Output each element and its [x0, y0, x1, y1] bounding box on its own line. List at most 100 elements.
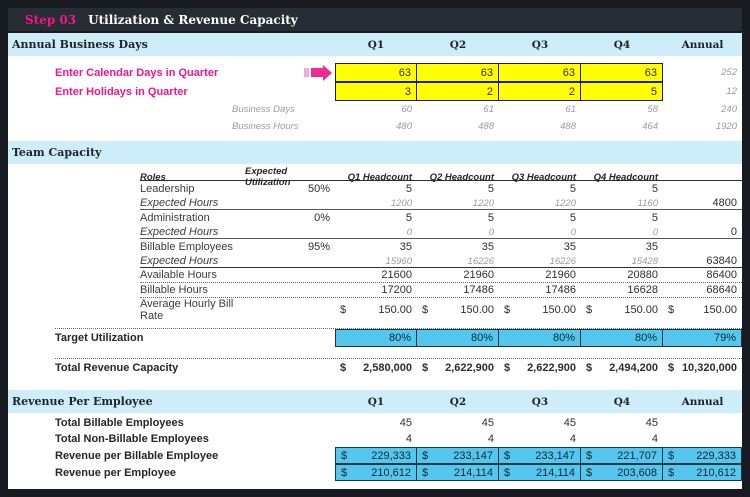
- total-billable-q2: 45: [417, 415, 499, 431]
- rev-per-billable-q1[interactable]: $229,333: [335, 447, 417, 464]
- revenue-capacity-q4-value: 2,494,200: [609, 362, 658, 374]
- currency-symbol: $: [586, 450, 592, 462]
- rev-per-employee-q2[interactable]: $214,114: [417, 464, 499, 481]
- section-header-revenue-per-employee: Revenue Per Employee Q1 Q2 Q3 Q4 Annual: [8, 390, 742, 413]
- calendar-days-q4-input[interactable]: 63: [581, 63, 663, 82]
- empty-cell: [245, 283, 335, 297]
- total-billable-employees-row: Total Billable Employees 45 45 45 45: [55, 415, 742, 431]
- rev-per-billable-q4[interactable]: $221,707: [581, 447, 663, 464]
- administration-hours-q4: 0: [581, 226, 663, 238]
- holidays-row: Enter Holidays in Quarter 3 2 2 5 12: [8, 82, 742, 101]
- administration-annual-empty: [663, 210, 742, 226]
- currency-symbol: $: [586, 304, 592, 316]
- expected-hours-label: Expected Hours: [140, 226, 245, 238]
- currency-symbol: $: [422, 304, 428, 316]
- input-arrow-icon: [304, 65, 332, 81]
- revenue-capacity-q3-value: 2,622,900: [527, 362, 576, 374]
- rev-per-billable-q3[interactable]: $233,147: [499, 447, 581, 464]
- business-hours-q4: 464: [581, 118, 663, 135]
- available-hours-q4: 20880: [581, 268, 663, 282]
- billed-hours-q3: 17486: [499, 283, 581, 297]
- available-hours-row: Available Hours 21600 21960 21960 20880 …: [140, 268, 742, 283]
- leadership-label: Leadership: [140, 181, 245, 197]
- total-billable-q3: 45: [499, 415, 581, 431]
- total-non-billable-q1: 4: [335, 431, 417, 447]
- rev-per-employee-q1-value: 210,612: [371, 467, 411, 479]
- step-titlebar: Step 03 Utilization & Revenue Capacity: [8, 8, 742, 31]
- currency-symbol: $: [668, 304, 674, 316]
- calendar-days-annual: 252: [663, 63, 742, 82]
- target-utilization-q3-input[interactable]: 80%: [499, 329, 581, 347]
- revenue-per-billable-employee-row: Revenue per Billable Employee $229,333 $…: [55, 447, 742, 464]
- rev-per-billable-q4-value: 221,707: [617, 450, 657, 462]
- currency-symbol: $: [504, 304, 510, 316]
- currency-symbol: $: [668, 450, 674, 462]
- rev-per-employee-q3[interactable]: $214,114: [499, 464, 581, 481]
- billable-hours-q1: 15960: [335, 255, 417, 267]
- calendar-days-q3-input[interactable]: 63: [499, 63, 581, 82]
- leadership-expected-hours-row: Expected Hours 1200 1220 1220 1160 4800: [140, 197, 742, 210]
- rev-per-billable-annual-value: 229,333: [696, 450, 736, 462]
- rev-per-employee-q4[interactable]: $203,608: [581, 464, 663, 481]
- bill-rate-label: Average Hourly Bill Rate: [140, 298, 245, 322]
- holidays-q4-input[interactable]: 5: [581, 82, 663, 101]
- rev-per-billable-q2[interactable]: $233,147: [417, 447, 499, 464]
- empty-cell: [245, 268, 335, 282]
- leadership-hours-q1: 1200: [335, 197, 417, 209]
- leadership-q3: 5: [499, 181, 581, 197]
- revenue-capacity-q1-value: 2,580,000: [363, 362, 412, 374]
- business-days-label: Business Days: [232, 104, 295, 115]
- column-header-q3: Q3: [499, 390, 581, 413]
- currency-symbol: $: [341, 450, 347, 462]
- team-capacity-column-headers: Roles Expected Utilization Q1 Headcount …: [140, 166, 742, 181]
- currency-symbol: $: [668, 467, 674, 479]
- section-title: Annual Business Days: [8, 33, 335, 56]
- business-hours-q3: 488: [499, 118, 581, 135]
- calendar-days-row: Enter Calendar Days in Quarter 63 63 63 …: [8, 63, 742, 82]
- revenue-per-employee-label: Revenue per Employee: [55, 464, 335, 481]
- billable-hours-label: Billable Hours: [140, 283, 245, 297]
- leadership-annual-empty: [663, 181, 742, 197]
- column-header-q2: Q2: [417, 390, 499, 413]
- target-utilization-q4-input[interactable]: 80%: [581, 329, 663, 347]
- target-utilization-q1-input[interactable]: 80%: [335, 329, 417, 347]
- calendar-days-label-cell: Enter Calendar Days in Quarter: [8, 63, 335, 82]
- business-hours-q1: 480: [335, 118, 417, 135]
- billed-hours-q2: 17486: [417, 283, 499, 297]
- administration-hours-q1: 0: [335, 226, 417, 238]
- rev-per-billable-q2-value: 233,147: [453, 450, 493, 462]
- currency-symbol: $: [422, 467, 428, 479]
- business-days-label-cell: Business Days: [8, 101, 335, 118]
- total-non-billable-q4: 4: [581, 431, 663, 447]
- holidays-q3-input[interactable]: 2: [499, 82, 581, 101]
- billed-hours-q4: 16628: [581, 283, 663, 297]
- billable-hours-q2: 16226: [417, 255, 499, 267]
- rev-per-employee-q1[interactable]: $210,612: [335, 464, 417, 481]
- billable-employees-q1: 35: [335, 239, 417, 255]
- revenue-capacity-q2: $2,622,900: [417, 359, 499, 377]
- billable-employees-q4: 35: [581, 239, 663, 255]
- column-header-q2: Q2: [417, 33, 499, 56]
- leadership-q1: 5: [335, 181, 417, 197]
- currency-symbol: $: [504, 450, 510, 462]
- administration-hours-annual: 0: [663, 226, 742, 238]
- currency-symbol: $: [340, 304, 346, 316]
- empty-cell: [245, 197, 335, 209]
- average-hourly-bill-rate-row: Average Hourly Bill Rate $150.00 $150.00…: [140, 298, 742, 314]
- target-utilization-row: Target Utilization 80% 80% 80% 80% 79%: [55, 328, 742, 347]
- column-header-q4: Q4: [581, 33, 663, 56]
- total-billable-q4: 45: [581, 415, 663, 431]
- calendar-days-q2-input[interactable]: 63: [417, 63, 499, 82]
- billable-employees-row: Billable Employees 95% 35 35 35 35: [140, 239, 742, 255]
- business-hours-row: Business Hours 480 488 488 464 1920: [8, 118, 742, 135]
- calendar-days-q1-input[interactable]: 63: [335, 63, 417, 82]
- billable-hours-q4: 15428: [581, 255, 663, 267]
- currency-symbol: $: [340, 362, 346, 374]
- target-utilization-q2-input[interactable]: 80%: [417, 329, 499, 347]
- holidays-q1-input[interactable]: 3: [335, 82, 417, 101]
- holidays-q2-input[interactable]: 2: [417, 82, 499, 101]
- revenue-capacity-q4: $2,494,200: [581, 359, 663, 377]
- leadership-hours-q3: 1220: [499, 197, 581, 209]
- business-days-q2: 61: [417, 101, 499, 118]
- bill-rate-q2: $150.00: [417, 298, 499, 322]
